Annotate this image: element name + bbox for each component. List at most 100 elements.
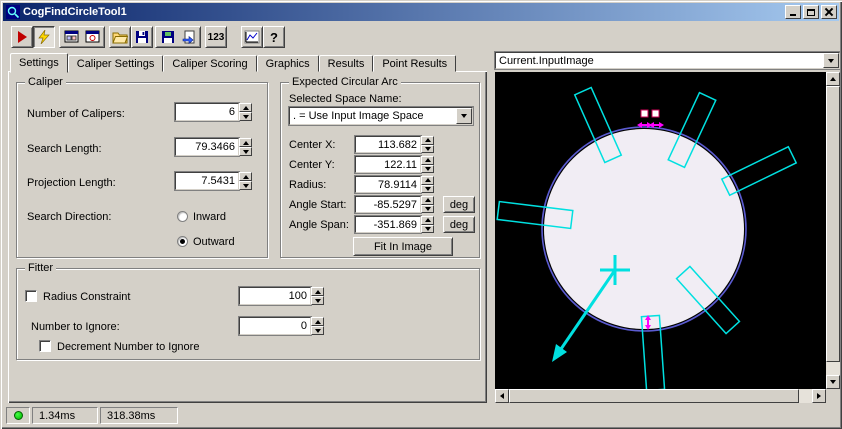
spinner-up-button[interactable] [421,136,434,145]
horizontal-scrollbar[interactable] [495,389,826,403]
selected-space-value: . = Use Input Image Space [293,110,424,122]
graphics-window-icon [85,30,99,43]
spinner-up-button[interactable] [311,317,324,326]
up-arrow-icon [424,178,431,183]
angle-span-input[interactable] [355,216,421,233]
search-length-spinner [239,138,252,156]
projection-length-input[interactable] [175,172,239,190]
number-of-calipers-spinner [239,103,252,121]
results-window-button[interactable] [61,28,82,46]
fitter-group: Fitter Radius Constraint Number to Ignor… [16,262,480,360]
center-x-input[interactable] [355,136,421,153]
spinner-down-button[interactable] [421,164,434,173]
up-arrow-icon [314,289,321,294]
image-source-combo[interactable]: Current.InputImage [495,52,840,69]
search-length-input[interactable] [175,138,239,156]
down-arrow-icon [242,183,249,188]
spinner-down-button[interactable] [239,112,252,121]
angle-start-deg-button[interactable]: deg [443,196,475,213]
radius-constraint-input[interactable] [239,287,311,305]
angle-span-label: Angle Span: [289,219,349,231]
horizontal-scroll-thumb[interactable] [509,389,799,403]
spinner-up-button[interactable] [421,156,434,165]
spinner-up-button[interactable] [239,172,252,181]
number-display-button[interactable]: 123 [205,26,227,48]
center-y-input[interactable] [355,156,421,173]
angle-span-deg-button[interactable]: deg [443,216,475,233]
spinner-down-button[interactable] [311,296,324,305]
spinner-up-button[interactable] [421,216,434,225]
inward-radio-label[interactable]: Inward [193,211,226,223]
radius-constraint-label[interactable]: Radius Constraint [43,291,130,303]
number-to-ignore-input[interactable] [239,317,311,335]
image-source-dropdown-button[interactable] [823,53,839,68]
close-button[interactable] [821,5,837,19]
inward-radio[interactable] [177,211,188,222]
spinner-down-button[interactable] [311,326,324,335]
fit-in-image-label: Fit In Image [373,240,433,253]
tab-results[interactable]: Results [318,55,374,72]
spinner-down-button[interactable] [421,184,434,193]
scroll-left-button[interactable] [495,389,509,403]
spinner-down-button[interactable] [421,204,434,213]
electric-run-button[interactable] [33,26,55,48]
scroll-up-button[interactable] [826,72,840,86]
title-bar[interactable]: CogFindCircleTool1 [3,3,839,21]
chevron-down-icon [828,58,834,63]
tab-graphics[interactable]: Graphics [256,55,319,72]
minimize-icon [790,14,796,16]
minimize-button[interactable] [785,5,801,19]
maximize-button[interactable] [803,5,819,19]
outward-radio[interactable] [177,236,188,247]
decrement-label[interactable]: Decrement Number to Ignore [57,341,199,353]
help-button[interactable]: ? [263,26,285,48]
radius-input[interactable] [355,176,421,193]
outward-radio-label[interactable]: Outward [193,236,235,248]
spinner-up-button[interactable] [239,138,252,147]
vertical-scroll-thumb[interactable] [826,86,840,362]
tab-caliper-scoring[interactable]: Caliper Scoring [163,55,257,72]
scroll-right-button[interactable] [812,389,826,403]
selected-space-combo[interactable]: . = Use Input Image Space [289,107,473,125]
radius-constraint-checkbox[interactable] [25,290,37,302]
open-button[interactable] [109,26,131,48]
number-of-calipers-input[interactable] [175,103,239,121]
right-arrow-icon [817,393,821,399]
up-arrow-icon [424,218,431,223]
profile-chart-button[interactable] [241,26,263,48]
up-arrow-icon [242,105,249,110]
save-button[interactable] [131,26,153,48]
down-arrow-icon [830,380,836,384]
app-icon [6,5,20,19]
spinner-up-button[interactable] [239,103,252,112]
spinner-down-button[interactable] [239,181,252,190]
help-icon: ? [270,29,278,45]
radius-label: Radius: [289,179,327,191]
scroll-down-button[interactable] [826,375,840,389]
fit-in-image-button[interactable]: Fit In Image [353,237,453,256]
input-image-display[interactable] [495,72,826,389]
spinner-up-button[interactable] [311,287,324,296]
angle-span-spinner [421,216,434,233]
vertical-scrollbar[interactable] [826,72,840,389]
spinner-down-button[interactable] [421,224,434,233]
settings-tab-panel: Caliper Number of Calipers: Search Lengt… [8,71,487,403]
decrement-checkbox[interactable] [39,340,51,352]
spinner-up-button[interactable] [421,176,434,185]
tab-settings[interactable]: Settings [10,53,68,73]
tab-caliper-settings[interactable]: Caliper Settings [67,55,164,72]
combo-dropdown-button[interactable] [456,108,472,124]
spinner-down-button[interactable] [239,147,252,156]
image-io-group [155,26,201,48]
run-button[interactable] [11,26,33,48]
angle-start-input[interactable] [355,196,421,213]
search-direction-label: Search Direction: [27,211,112,223]
spinner-up-button[interactable] [421,196,434,205]
tab-point-results[interactable]: Point Results [373,55,457,72]
number-to-ignore-spinner [311,317,324,335]
load-image-button[interactable] [178,28,199,46]
save-image-button[interactable] [157,28,178,46]
graphics-window-button[interactable] [82,28,103,46]
window-buttons-group [59,26,105,48]
spinner-down-button[interactable] [421,144,434,153]
